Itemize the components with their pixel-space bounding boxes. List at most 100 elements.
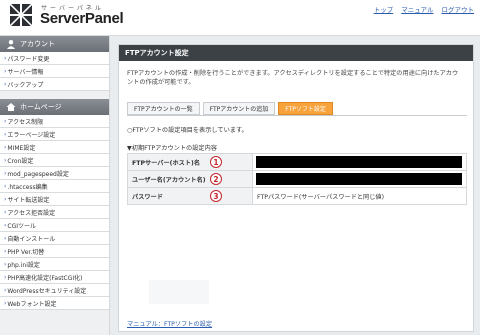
nav-manual-link[interactable]: マニュアル — [401, 4, 433, 14]
logo-text: ServerPanel — [40, 10, 124, 27]
row-label-text: パスワード — [132, 193, 163, 201]
arrow-icon: › — [4, 195, 7, 203]
sidebar-item-webfont[interactable]: › Webフォント設定 — [0, 297, 109, 310]
sidebar-item-label: アクセス拒否設定 — [7, 209, 56, 217]
main-panel: FTPアカウント設定 FTPアカウントの作成・削除を行うことができます。アクセス… — [118, 44, 474, 332]
sidebar-item-access-restriction[interactable]: › アクセス制限 — [0, 115, 109, 128]
sidebar: アカウント › パスワード変更 › サーバー情報 › バックアップ ホームページ › ア… — [0, 36, 110, 335]
intro-line: ントの作成が可能です。 — [127, 79, 195, 86]
intro-line: FTPアカウントの作成・削除を行うことができます。アクセスディレクトリを設定する… — [127, 70, 459, 77]
status-note: ○FTPソフトの設定項目を表示しています。 — [127, 127, 248, 134]
row-value: FTPパスワード(サーバーパスワードと同じ値) — [252, 187, 467, 205]
arrow-icon: › — [4, 117, 7, 125]
table-row: FTPサーバー(ホスト)名 1 — [127, 153, 467, 171]
arrow-icon: › — [4, 234, 7, 242]
sidebar-item-label: CGIツール — [7, 222, 37, 230]
table-row: パスワード 3 FTPパスワード(サーバーパスワードと同じ値) — [127, 187, 467, 205]
sidebar-item-password[interactable]: › パスワード変更 — [0, 52, 109, 65]
arrow-icon: › — [4, 156, 7, 164]
tab-bar: FTPアカウントの一覧 FTPアカウントの追加 FTPソフト設定 — [127, 102, 333, 115]
sidebar-section-account: アカウント — [0, 36, 109, 52]
sidebar-item-label: MIME設定 — [7, 144, 36, 152]
arrow-icon: › — [4, 80, 7, 88]
row-label-text: ユーザー名(アカウント名) — [132, 176, 206, 184]
sidebar-item-backup[interactable]: › バックアップ — [0, 78, 109, 91]
arrow-icon: › — [4, 169, 7, 177]
row-label: ユーザー名(アカウント名) 2 — [127, 170, 253, 188]
intro-text: FTPアカウントの作成・削除を行うことができます。アクセスディレクトリを設定する… — [119, 61, 473, 87]
user-icon — [7, 40, 15, 49]
sidebar-section-title: アカウント — [20, 40, 55, 48]
sidebar-item-access-deny[interactable]: › アクセス拒否設定 — [0, 206, 109, 219]
tab-ftp-list[interactable]: FTPアカウントの一覧 — [127, 102, 200, 115]
sidebar-item-htaccess[interactable]: › .htaccess編集 — [0, 180, 109, 193]
sidebar-item-label: エラーページ設定 — [7, 131, 56, 139]
sidebar-item-fastcgi[interactable]: › PHP高速化設定(FastCGI化) — [0, 271, 109, 284]
sidebar-item-label: 自動インストール — [7, 235, 56, 243]
nav-logout-link[interactable]: ログアウト — [442, 4, 475, 14]
arrow-icon: › — [4, 286, 7, 294]
sidebar-item-label: mod_pagespeed設定 — [7, 170, 69, 178]
sidebar-item-label: Webフォント設定 — [7, 300, 57, 308]
sidebar-item-server-info[interactable]: › サーバー情報 — [0, 65, 109, 78]
row-label-text: FTPサーバー(ホスト)名 — [132, 159, 201, 167]
sidebar-item-label: WordPressセキュリティ設定 — [7, 287, 87, 295]
arrow-icon: › — [4, 273, 7, 281]
sidebar-item-label: php.ini設定 — [7, 261, 40, 269]
arrow-icon: › — [4, 143, 7, 151]
arrow-icon: › — [4, 221, 7, 229]
sidebar-item-label: バックアップ — [7, 81, 44, 89]
row-value — [252, 170, 467, 188]
sidebar-item-label: PHP Ver.切替 — [7, 248, 45, 256]
sidebar-item-error-page[interactable]: › エラーページ設定 — [0, 128, 109, 141]
sidebar-section-title: ホームページ — [20, 103, 62, 111]
sidebar-item-label: パスワード変更 — [7, 55, 50, 63]
arrow-icon: › — [4, 260, 7, 268]
redacted-value — [256, 156, 462, 168]
arrow-icon: › — [4, 67, 7, 75]
marker-circle: 2 — [210, 173, 222, 185]
sidebar-item-php-ver[interactable]: › PHP Ver.切替 — [0, 245, 109, 258]
sidebar-item-pagespeed[interactable]: › mod_pagespeed設定 — [0, 167, 109, 180]
logo-icon — [10, 4, 32, 26]
home-icon — [6, 103, 16, 111]
sidebar-item-label: サイト転送設定 — [7, 196, 50, 204]
section-subhead: ▼初期FTPアカウントの設定内容 — [127, 145, 217, 152]
sidebar-item-php-ini[interactable]: › php.ini設定 — [0, 258, 109, 271]
tab-ftp-add[interactable]: FTPアカウントの追加 — [202, 102, 276, 115]
arrow-icon: › — [4, 208, 7, 216]
row-value — [252, 153, 467, 171]
table-row: ユーザー名(アカウント名) 2 — [127, 170, 467, 188]
nav-top-link[interactable]: トップ — [374, 4, 394, 14]
watermark — [149, 280, 209, 304]
row-label: パスワード 3 — [127, 187, 253, 205]
sidebar-item-site-forward[interactable]: › サイト転送設定 — [0, 193, 109, 206]
sidebar-item-label: Cron設定 — [7, 157, 34, 165]
sidebar-item-wp-security[interactable]: › WordPressセキュリティ設定 — [0, 284, 109, 297]
marker-circle: 1 — [210, 156, 222, 168]
arrow-icon: › — [4, 182, 7, 190]
redacted-value — [256, 173, 462, 185]
arrow-icon: › — [4, 299, 7, 307]
sidebar-section-homepage: ホームページ — [0, 99, 109, 115]
sidebar-item-label: アクセス制限 — [7, 118, 44, 126]
arrow-icon: › — [4, 247, 7, 255]
arrow-icon: › — [4, 130, 7, 138]
sidebar-item-label: サーバー情報 — [7, 68, 44, 76]
sidebar-item-cgi[interactable]: › CGIツール — [0, 219, 109, 232]
top-nav: トップ マニュアル ログアウト — [374, 4, 474, 14]
arrow-icon: › — [4, 54, 7, 62]
page-title: FTPアカウント設定 — [119, 45, 473, 61]
manual-link[interactable]: マニュアル：FTPソフトの設定 — [127, 319, 212, 328]
row-label: FTPサーバー(ホスト)名 1 — [127, 153, 253, 171]
marker-circle: 3 — [210, 190, 222, 202]
ftp-settings-table: FTPサーバー(ホスト)名 1 ユーザー名(アカウント名) 2 パスワード 3 … — [127, 153, 467, 205]
sidebar-item-auto-install[interactable]: › 自動インストール — [0, 232, 109, 245]
sidebar-item-cron[interactable]: › Cron設定 — [0, 154, 109, 167]
tab-ftp-software[interactable]: FTPソフト設定 — [278, 102, 333, 115]
sidebar-item-mime[interactable]: › MIME設定 — [0, 141, 109, 154]
tab-divider — [127, 115, 467, 116]
header: サーバーパネル ServerPanel トップ マニュアル ログアウト — [0, 0, 480, 36]
sidebar-item-label: .htaccess編集 — [7, 183, 48, 191]
sidebar-item-label: PHP高速化設定(FastCGI化) — [7, 274, 83, 282]
